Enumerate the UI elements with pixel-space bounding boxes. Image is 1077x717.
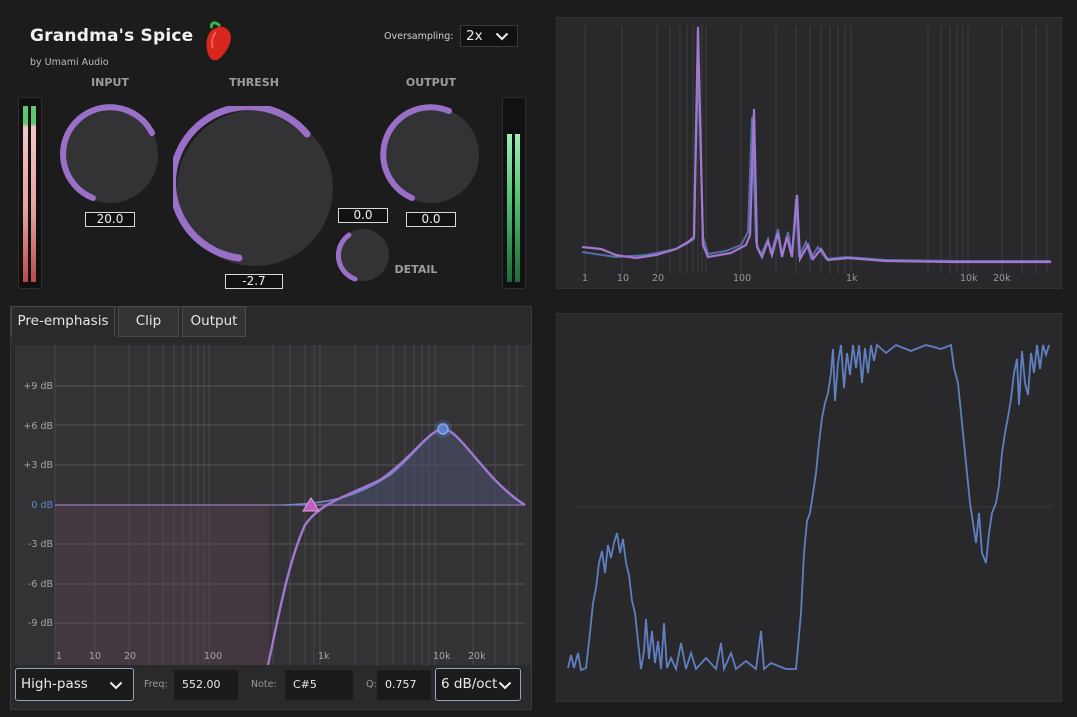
db-label-plus3: +3 dB [23,460,53,471]
filter-type-value: High-pass [21,676,88,692]
plugin-title: Grandma's Spice [30,26,194,46]
eq-freq-label-1: 1 [56,651,62,662]
eq-freq-label-1k: 1k [318,651,330,662]
note-input[interactable]: C#5 [285,670,353,700]
input-knob-label: INPUT [91,76,129,89]
spectrum-analyzer: 1 10 20 100 1k 10k 20k [556,17,1062,289]
chili-pepper-icon [206,21,231,61]
oversampling-value: 2x [466,28,483,44]
q-input[interactable]: 0.757 [377,670,431,700]
db-label-minus9: -9 dB [28,618,53,629]
eq-freq-label-10k: 10k [433,651,451,662]
db-label-0: 0 dB [31,500,53,511]
thresh-knob-label: THRESH [229,76,279,89]
oversampling-label: Oversampling: [384,31,454,42]
slope-value: 6 dB/oct [441,676,498,692]
eq-curve-graph[interactable]: +9 dB +6 dB +3 dB 0 dB -3 dB -6 dB -9 dB… [15,345,531,665]
oversampling-dropdown[interactable]: 2x [460,25,518,47]
output-level-meter [502,97,526,289]
input-level-meter [18,97,42,289]
thresh-value-box[interactable]: -2.7 [225,274,283,289]
detail-knob-label: DETAIL [394,263,438,276]
spectrum-freq-label-20k: 20k [993,273,1011,284]
tab-pre-emphasis[interactable]: Pre-emphasis [11,306,115,337]
spectrum-freq-label-1k: 1k [846,273,858,284]
tab-clip[interactable]: Clip [118,306,179,337]
tab-output[interactable]: Output [182,306,246,337]
eq-freq-label-20: 20 [124,651,136,662]
output-knob-label: OUTPUT [405,76,457,89]
thresh-knob[interactable] [173,106,339,272]
spectrum-freq-label-100: 100 [733,273,751,284]
output-value-box[interactable]: 0.0 [406,212,456,227]
input-value-box[interactable]: 20.0 [85,212,135,227]
db-label-plus9: +9 dB [23,381,53,392]
plugin-subtitle: by Umami Audio [30,57,109,68]
eq-freq-label-20k: 20k [468,651,486,662]
detail-knob[interactable] [335,227,393,285]
freq-input[interactable]: 552.00 [174,670,238,700]
db-label-minus6: -6 dB [28,579,53,590]
spectrum-freq-label-1: 1 [582,273,588,284]
spectrum-freq-label-20: 20 [652,273,664,284]
freq-label: Freq: [144,679,168,690]
chevron-down-icon [495,32,509,41]
slope-select[interactable]: 6 dB/oct [435,668,521,701]
q-label: Q: [366,679,377,690]
filter-type-select[interactable]: High-pass [15,668,134,701]
spectrum-freq-label-10k: 10k [960,273,978,284]
waveform-display [556,313,1062,702]
eq-freq-label-10: 10 [89,651,101,662]
spectrum-freq-label-10: 10 [617,273,629,284]
input-knob[interactable] [58,103,164,209]
chevron-down-icon [498,681,512,690]
output-knob[interactable] [379,103,485,209]
detail-value-box[interactable]: 0.0 [338,208,388,223]
note-label: Note: [251,679,277,690]
chevron-down-icon [109,681,123,690]
db-label-minus3: -3 dB [28,539,53,550]
eq-freq-label-100: 100 [204,651,222,662]
db-label-plus6: +6 dB [23,421,53,432]
